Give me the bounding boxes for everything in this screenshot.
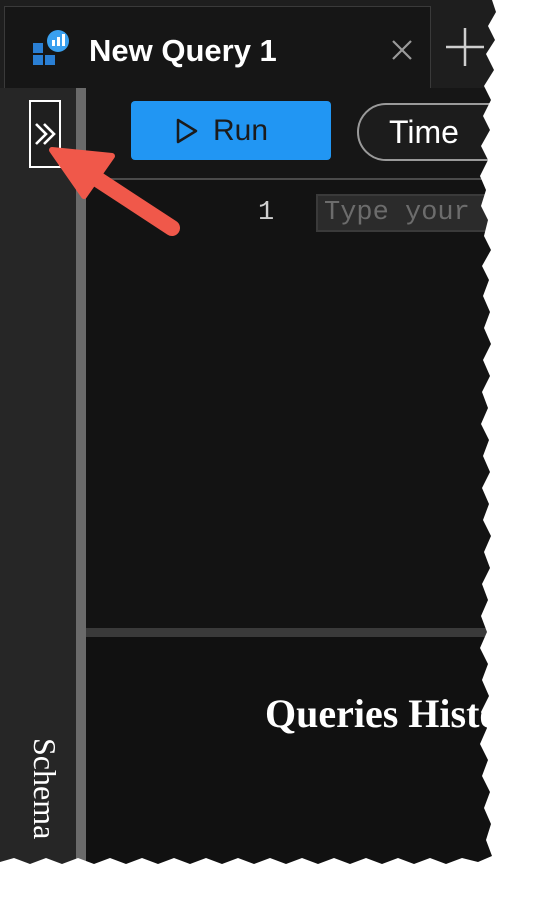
tab-new-query-1[interactable]: New Query 1 <box>4 6 431 89</box>
sidebar-resize-handle[interactable] <box>76 88 86 918</box>
queries-history-panel <box>86 637 548 918</box>
plus-icon[interactable] <box>440 22 490 72</box>
chevrons-right-icon <box>35 123 56 145</box>
query-input[interactable] <box>316 194 548 232</box>
line-number: 1 <box>258 198 275 228</box>
code-editor <box>86 180 548 628</box>
query-editor-icon <box>33 30 69 65</box>
time-button[interactable]: Time <box>357 103 548 161</box>
query-editor-app: New Query 1 Schema Run Time 1 Type your … <box>0 0 548 918</box>
app-window: New Query 1 Schema Run Time 1 Type your … <box>0 0 548 918</box>
history-title: Queries History <box>265 691 538 736</box>
run-button-label: Run <box>213 113 269 147</box>
tab-title: New Query 1 <box>89 33 277 68</box>
run-button[interactable]: Run <box>131 101 331 160</box>
expand-sidebar-button[interactable] <box>29 100 61 168</box>
close-icon[interactable] <box>389 37 415 63</box>
play-icon <box>176 118 198 143</box>
tab-bar: New Query 1 <box>0 0 548 89</box>
editor-history-splitter[interactable] <box>86 628 548 637</box>
schema-tab-label[interactable]: Schema <box>26 738 63 839</box>
